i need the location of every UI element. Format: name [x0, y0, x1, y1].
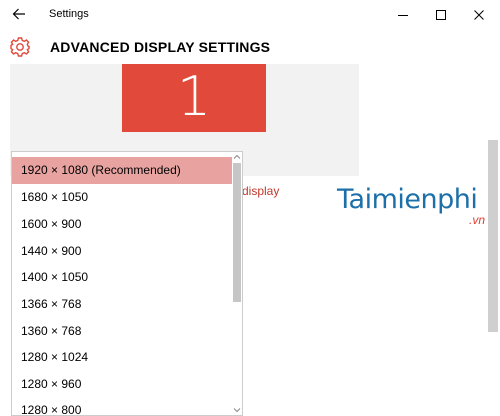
watermark-logo: Taimienphi	[337, 184, 478, 215]
back-button[interactable]	[6, 3, 32, 27]
scroll-up-arrow-icon[interactable]	[233, 153, 241, 161]
maximize-button[interactable]	[424, 3, 458, 27]
monitor-number: 1	[176, 65, 212, 128]
resolution-option[interactable]: 1280 × 960	[12, 371, 232, 398]
page-scrollbar-thumb[interactable]	[488, 140, 498, 332]
minimize-icon	[398, 15, 408, 16]
dropdown-scrollbar-thumb[interactable]	[233, 163, 241, 302]
resolution-dropdown-list[interactable]: 1920 × 1080 (Recommended) 1680 × 1050 16…	[11, 151, 243, 416]
back-arrow-icon	[12, 8, 25, 20]
close-button[interactable]	[462, 3, 496, 27]
resolution-option[interactable]: 1680 × 1050	[12, 184, 232, 211]
minimize-button[interactable]	[386, 3, 420, 27]
page-scrollbar[interactable]	[488, 64, 500, 416]
dropdown-scrollbar[interactable]	[232, 152, 242, 415]
resolution-option[interactable]: 1366 × 768	[12, 291, 232, 318]
close-icon	[474, 10, 484, 20]
maximize-icon	[436, 10, 446, 20]
page-title: ADVANCED DISPLAY SETTINGS	[50, 39, 271, 55]
resolution-option[interactable]: 1600 × 900	[12, 211, 232, 238]
title-bar: Settings	[0, 0, 500, 30]
resolution-option[interactable]: 1280 × 1024	[12, 344, 232, 371]
resolution-option[interactable]: 1280 × 800	[12, 397, 232, 415]
scroll-down-arrow-icon[interactable]	[233, 406, 241, 414]
resolution-option[interactable]: 1360 × 768	[12, 318, 232, 345]
window-title: Settings	[49, 8, 89, 20]
display-link[interactable]: display	[242, 184, 279, 198]
page-header: ADVANCED DISPLAY SETTINGS	[0, 30, 500, 64]
resolution-option-selected[interactable]: 1920 × 1080 (Recommended)	[12, 157, 232, 184]
monitor-tile[interactable]: 1	[122, 64, 266, 132]
watermark-suffix: .vn	[469, 213, 486, 227]
resolution-option[interactable]: 1400 × 1050	[12, 264, 232, 291]
resolution-option[interactable]: 1440 × 900	[12, 238, 232, 265]
gear-icon	[10, 37, 30, 57]
